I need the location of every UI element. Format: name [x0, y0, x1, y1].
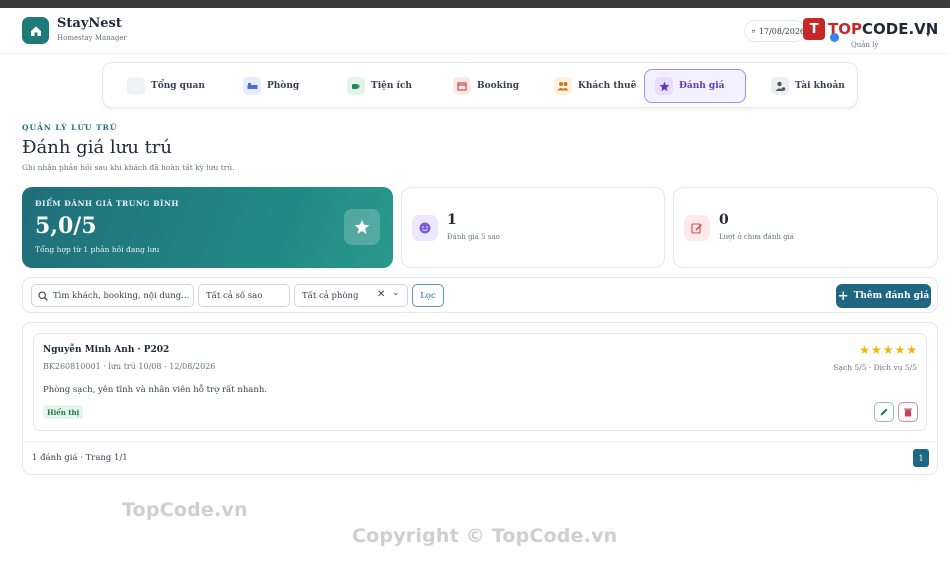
- app-header: StayNest Homestay Manager 17/08/2026 T T…: [0, 8, 950, 54]
- edit-note-icon: [684, 215, 710, 241]
- topcode-mark: T: [803, 18, 825, 40]
- page-title: Đánh giá lưu trú: [22, 137, 172, 158]
- tab-accounts[interactable]: Tài khoản: [761, 69, 861, 103]
- average-rating-sub: Tổng hợp từ 1 phản hồi đang lưu: [35, 245, 160, 254]
- chevron-down-icon[interactable]: ⌄: [392, 288, 400, 298]
- coffee-icon: [347, 77, 365, 95]
- five-star-label: Đánh giá 5 sao: [447, 233, 500, 241]
- filter-bar: Tìm khách, booking, nội dung... Tất cả s…: [22, 277, 938, 313]
- delete-button[interactable]: [898, 402, 918, 422]
- tab-label: Tiện ích: [371, 81, 412, 91]
- review-card: Nguyễn Minh Anh · P202 BK260810001 · lưu…: [33, 333, 927, 431]
- rating-star-icon: ★: [894, 343, 906, 357]
- tab-rooms[interactable]: Phòng: [233, 69, 328, 103]
- tab-booking[interactable]: Booking: [443, 69, 543, 103]
- rating-stars: ★ ★ ★ ★ ★: [859, 344, 917, 356]
- pencil-icon: [880, 408, 888, 416]
- search-placeholder: Tìm khách, booking, nội dung...: [53, 290, 190, 301]
- main-nav: Tổng quan Phòng Tiện ích Booking Khách t…: [102, 62, 858, 108]
- pagination-summary: 1 đánh giá · Trang 1/1: [32, 453, 128, 463]
- tab-label: Tài khoản: [795, 81, 845, 91]
- five-star-card: 1 Đánh giá 5 sao: [401, 187, 665, 268]
- copyright-watermark: Copyright © TopCode.vn: [352, 525, 618, 547]
- search-input[interactable]: Tìm khách, booking, nội dung...: [31, 284, 194, 307]
- calendar-small-icon: [752, 29, 755, 33]
- room-select-value: Tất cả phòng: [302, 290, 359, 301]
- tab-label: Booking: [477, 81, 520, 91]
- chevron-down-icon[interactable]: ▾: [926, 30, 930, 39]
- search-icon: [38, 290, 48, 301]
- star-icon: [344, 209, 380, 245]
- tab-label: Phòng: [267, 81, 300, 91]
- home-logo-icon[interactable]: [22, 17, 49, 44]
- user-role: Quản lý: [851, 41, 879, 49]
- tab-amenities[interactable]: Tiện ích: [337, 69, 437, 103]
- trash-icon: [904, 408, 912, 417]
- page-button-1[interactable]: 1: [913, 449, 929, 467]
- topcode-logo-watermark: T TOPCODE.VN: [803, 18, 938, 40]
- smile-icon: [412, 215, 438, 241]
- dashboard-icon: [127, 77, 145, 95]
- rating-star-icon: ★: [859, 343, 870, 357]
- room-select[interactable]: Tất cả phòng ✕ ⌄: [294, 284, 408, 307]
- five-star-count: 1: [447, 212, 457, 228]
- add-review-label: Thêm đánh giá: [853, 291, 930, 301]
- page-description: Ghi nhận phản hồi sau khi khách đã hoàn …: [22, 163, 235, 172]
- unrated-card: 0 Lượt ở chưa đánh giá: [673, 187, 938, 268]
- add-review-button[interactable]: + Thêm đánh giá: [836, 284, 931, 308]
- topcode-logo-text: TOPCODE.VN: [828, 20, 939, 38]
- average-rating-value: 5,0/5: [35, 213, 97, 239]
- tab-label: Đánh giá: [679, 81, 725, 91]
- user-cog-icon: [771, 77, 789, 95]
- review-list: Nguyễn Minh Anh · P202 BK260810001 · lưu…: [22, 322, 938, 475]
- calendar-icon: [453, 77, 471, 95]
- unrated-count: 0: [719, 212, 729, 228]
- tab-label: Tổng quan: [151, 81, 205, 91]
- edit-button[interactable]: [874, 402, 894, 422]
- brand-subtitle: Homestay Manager: [57, 34, 127, 42]
- user-avatar-icon[interactable]: [830, 33, 839, 42]
- rating-star-icon: ★: [882, 343, 894, 357]
- review-guest-room: Nguyễn Minh Anh · P202: [43, 345, 170, 355]
- window-top-bar: [0, 0, 950, 8]
- section-kicker: QUẢN LÝ LƯU TRÚ: [22, 123, 118, 132]
- average-rating-card: ĐIỂM ĐÁNH GIÁ TRUNG BÌNH 5,0/5 Tổng hợp …: [22, 187, 393, 268]
- stars-select[interactable]: Tất cả số sao: [198, 284, 290, 307]
- status-badge: Hiển thị: [43, 405, 84, 419]
- users-icon: [554, 77, 572, 95]
- tab-reviews[interactable]: Đánh giá: [644, 69, 746, 103]
- review-detail-scores: Sạch 5/5 · Dịch vụ 5/5: [833, 363, 917, 372]
- filter-button[interactable]: Lọc: [412, 284, 444, 307]
- review-content: Phòng sạch, yên tĩnh và nhân viên hỗ trợ…: [43, 385, 268, 395]
- rating-star-icon: ★: [870, 343, 882, 357]
- star-icon: [655, 77, 673, 95]
- bed-icon: [243, 77, 261, 95]
- watermark-text: TopCode.vn: [122, 499, 248, 521]
- tab-tenants[interactable]: Khách thuê: [544, 69, 644, 103]
- average-rating-label: ĐIỂM ĐÁNH GIÁ TRUNG BÌNH: [35, 199, 179, 208]
- brand-name: StayNest: [57, 16, 122, 31]
- list-divider: [23, 441, 937, 442]
- clear-icon[interactable]: ✕: [377, 289, 385, 300]
- rating-star-icon: ★: [906, 343, 917, 357]
- tab-overview[interactable]: Tổng quan: [117, 69, 217, 103]
- date-display: 17/08/2026: [744, 20, 806, 42]
- current-date: 17/08/2026: [758, 26, 805, 36]
- plus-icon: +: [837, 288, 849, 304]
- unrated-label: Lượt ở chưa đánh giá: [719, 233, 794, 241]
- tab-label: Khách thuê: [578, 81, 637, 91]
- review-meta: BK260810001 · lưu trú 10/08 - 12/08/2026: [43, 362, 216, 371]
